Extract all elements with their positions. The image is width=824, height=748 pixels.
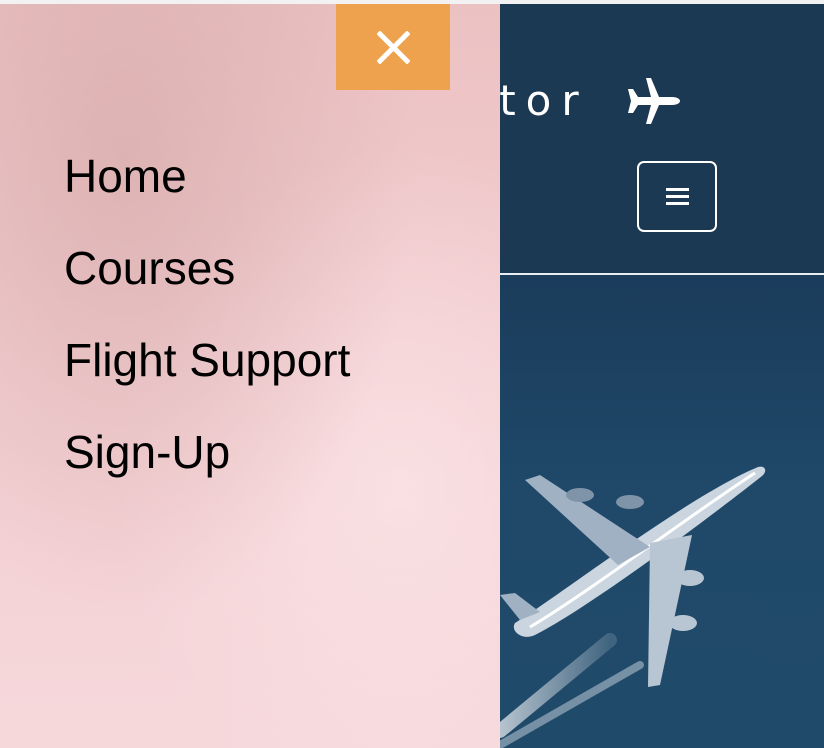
menu-toggle-button[interactable] bbox=[637, 161, 717, 232]
drawer-nav: Home Courses Flight Support Sign-Up bbox=[64, 143, 350, 511]
airplane bbox=[500, 466, 766, 687]
hamburger-icon bbox=[665, 188, 689, 205]
nav-item-flight-support[interactable]: Flight Support bbox=[64, 327, 350, 419]
close-icon bbox=[376, 30, 410, 64]
nav-drawer: Home Courses Flight Support Sign-Up bbox=[0, 4, 500, 748]
close-menu-button[interactable] bbox=[336, 4, 450, 90]
nav-item-home[interactable]: Home bbox=[64, 143, 350, 235]
nav-item-courses[interactable]: Courses bbox=[64, 235, 350, 327]
plane-icon bbox=[628, 77, 680, 124]
nav-item-sign-up[interactable]: Sign-Up bbox=[64, 419, 350, 511]
